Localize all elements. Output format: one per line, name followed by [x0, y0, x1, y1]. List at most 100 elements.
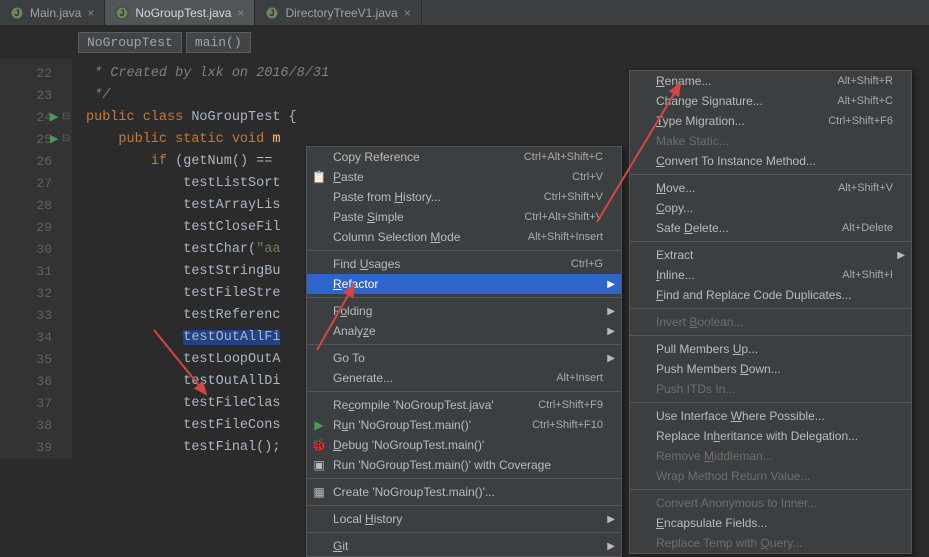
menu-shortcut: Alt+Shift+V — [838, 182, 893, 194]
fold-icon[interactable]: ⊟ — [62, 107, 70, 129]
menu-item[interactable]: Paste from History...Ctrl+Shift+V — [307, 187, 621, 207]
menu-item-label: Push ITDs In... — [656, 382, 893, 396]
menu-item-label: Copy Reference — [333, 150, 496, 164]
menu-shortcut: Ctrl+Shift+F9 — [538, 399, 603, 411]
menu-item-label: Move... — [656, 181, 810, 195]
code-line: public class NoGroupTest { — [86, 107, 329, 129]
menu-separator — [307, 532, 621, 533]
menu-separator — [630, 402, 911, 403]
menu-separator — [630, 174, 911, 175]
menu-item[interactable]: Find Usages Ctrl+G — [307, 254, 621, 274]
tab-label: NoGroupTest.java — [135, 6, 231, 20]
close-icon[interactable]: × — [237, 6, 244, 20]
menu-item[interactable]: Refactor▶ — [307, 274, 621, 294]
menu-item[interactable]: Replace Inheritance with Delegation... — [630, 426, 911, 446]
menu-item[interactable]: Local History▶ — [307, 509, 621, 529]
breadcrumb-item[interactable]: main() — [186, 32, 251, 53]
menu-item[interactable]: Convert To Instance Method... — [630, 151, 911, 171]
menu-item[interactable]: Column Selection ModeAlt+Shift+Insert — [307, 227, 621, 247]
menu-item[interactable]: Type Migration...Ctrl+Shift+F6 — [630, 111, 911, 131]
menu-item[interactable]: Move... Alt+Shift+V — [630, 178, 911, 198]
close-icon[interactable]: × — [87, 6, 94, 20]
menu-item[interactable]: 📋PasteCtrl+V — [307, 167, 621, 187]
fold-icon[interactable]: ⊟ — [62, 129, 70, 151]
menu-item-label: Encapsulate Fields... — [656, 516, 893, 530]
menu-item-label: Replace Inheritance with Delegation... — [656, 429, 893, 443]
menu-item[interactable]: Find and Replace Code Duplicates... — [630, 285, 911, 305]
menu-item[interactable]: Git▶ — [307, 536, 621, 556]
menu-item-label: Local History — [333, 512, 603, 526]
run-icon: ▶ — [311, 418, 327, 432]
menu-separator — [307, 297, 621, 298]
editor-tab[interactable]: JMain.java× — [0, 0, 105, 25]
menu-item-label: Wrap Method Return Value... — [656, 469, 893, 483]
menu-separator — [307, 344, 621, 345]
menu-separator — [630, 489, 911, 490]
menu-item-label: Find Usages — [333, 257, 543, 271]
line-number: 38 — [0, 415, 52, 437]
menu-item: Wrap Method Return Value... — [630, 466, 911, 486]
line-number: 26 — [0, 151, 52, 173]
line-number: 31 — [0, 261, 52, 283]
menu-item[interactable]: Paste SimpleCtrl+Alt+Shift+V — [307, 207, 621, 227]
menu-item[interactable]: ▦Create 'NoGroupTest.main()'... — [307, 482, 621, 502]
line-number: 36 — [0, 371, 52, 393]
submenu-arrow-icon: ▶ — [607, 306, 615, 317]
menu-item[interactable]: 🐞Debug 'NoGroupTest.main()' — [307, 435, 621, 455]
menu-shortcut: Alt+Shift+I — [842, 269, 893, 281]
run-gutter-icon[interactable]: ▶ — [50, 129, 58, 151]
menu-item[interactable]: Recompile 'NoGroupTest.java' Ctrl+Shift+F… — [307, 395, 621, 415]
menu-item[interactable]: Folding▶ — [307, 301, 621, 321]
java-file-icon: J — [265, 6, 279, 20]
menu-item[interactable]: Copy Reference Ctrl+Alt+Shift+C — [307, 147, 621, 167]
code-line: testStringBu — [86, 261, 329, 283]
menu-item[interactable]: Generate...Alt+Insert — [307, 368, 621, 388]
menu-item[interactable]: Pull Members Up... — [630, 339, 911, 359]
line-number: 29 — [0, 217, 52, 239]
menu-item[interactable]: Analyze▶ — [307, 321, 621, 341]
line-number: 30 — [0, 239, 52, 261]
editor-tab[interactable]: J DirectoryTreeV1.java × — [255, 0, 421, 25]
breadcrumb: NoGroupTestmain() — [0, 26, 929, 59]
menu-shortcut: Alt+Insert — [556, 372, 603, 384]
code-line: testCloseFil — [86, 217, 329, 239]
run-gutter-icon[interactable]: ▶ — [50, 107, 58, 129]
menu-item[interactable]: Encapsulate Fields... — [630, 513, 911, 533]
menu-item-label: Recompile 'NoGroupTest.java' — [333, 398, 510, 412]
close-icon[interactable]: × — [404, 6, 411, 20]
svg-text:J: J — [270, 8, 275, 18]
menu-item[interactable]: ▶Run 'NoGroupTest.main()'Ctrl+Shift+F10 — [307, 415, 621, 435]
menu-item-label: Refactor — [333, 277, 603, 291]
menu-item[interactable]: Inline...Alt+Shift+I — [630, 265, 911, 285]
menu-item[interactable]: Rename...Alt+Shift+R — [630, 71, 911, 91]
menu-item[interactable]: Go To▶ — [307, 348, 621, 368]
code-area[interactable]: * Created by lxk on 2016/8/31 */public c… — [72, 59, 329, 459]
code-line: testChar("aa — [86, 239, 329, 261]
submenu-arrow-icon: ▶ — [607, 326, 615, 337]
menu-item[interactable]: Extract▶ — [630, 245, 911, 265]
menu-shortcut: Ctrl+Shift+F6 — [828, 115, 893, 127]
menu-item-label: Debug 'NoGroupTest.main()' — [333, 438, 603, 452]
menu-item[interactable]: ▣Run 'NoGroupTest.main()' with Coverage — [307, 455, 621, 475]
menu-item[interactable]: Copy... — [630, 198, 911, 218]
menu-item[interactable]: Safe Delete...Alt+Delete — [630, 218, 911, 238]
code-line: testLoopOutA — [86, 349, 329, 371]
menu-item[interactable]: Use Interface Where Possible... — [630, 406, 911, 426]
editor-tab[interactable]: J NoGroupTest.java × — [105, 0, 255, 25]
menu-item-label: Rename... — [656, 74, 809, 88]
code-line: testFinal(); — [86, 437, 329, 459]
menu-shortcut: Ctrl+Shift+V — [544, 191, 603, 203]
menu-shortcut: Ctrl+Alt+Shift+C — [524, 151, 603, 163]
menu-shortcut: Ctrl+V — [572, 171, 603, 183]
menu-item-label: Pull Members Up... — [656, 342, 893, 356]
menu-item: Make Static... — [630, 131, 911, 151]
menu-shortcut: Ctrl+G — [571, 258, 603, 270]
line-number: 28 — [0, 195, 52, 217]
tab-label: DirectoryTreeV1.java — [285, 6, 397, 20]
java-file-icon: J — [115, 6, 129, 20]
menu-item-label: Convert To Instance Method... — [656, 154, 893, 168]
breadcrumb-item[interactable]: NoGroupTest — [78, 32, 182, 53]
menu-item[interactable]: Push Members Down... — [630, 359, 911, 379]
line-number: 35 — [0, 349, 52, 371]
menu-item[interactable]: Change Signature...Alt+Shift+C — [630, 91, 911, 111]
